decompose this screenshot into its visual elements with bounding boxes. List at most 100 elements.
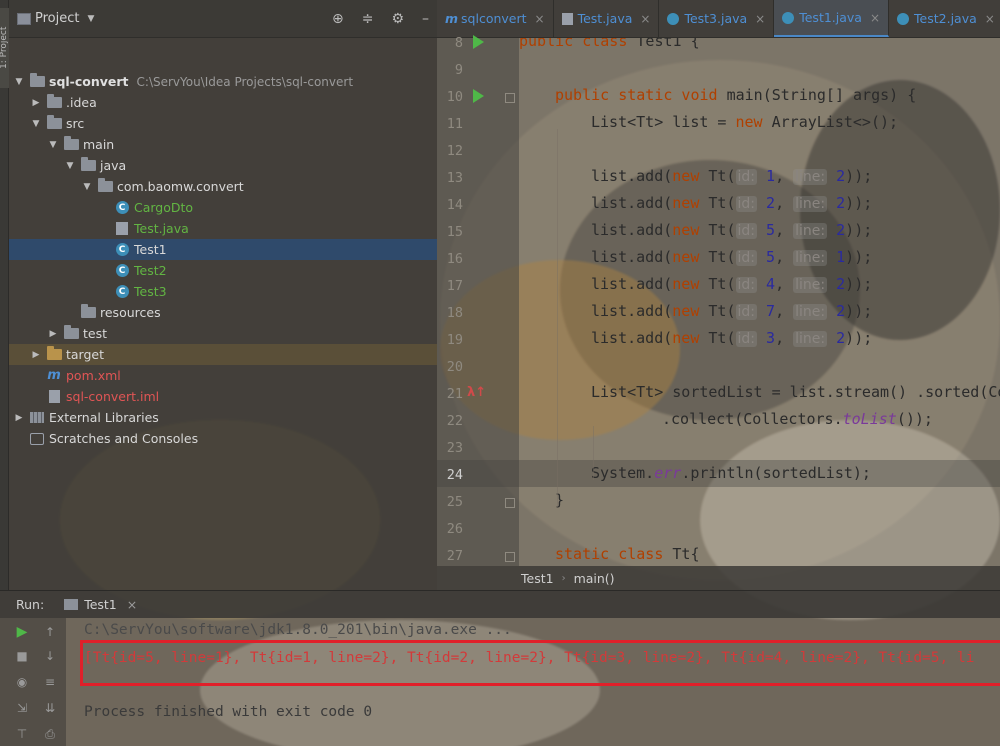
chevron-down-icon[interactable]: ▼ [87, 14, 94, 24]
editor-tabs: m sqlconvert × Test.java × Test3.java × Test1.j… [437, 0, 1000, 38]
code-line: public static void main(String[] args) { [555, 86, 917, 104]
project-panel-tools: ⊕ ≑ ⚙ – [332, 11, 437, 27]
locate-icon[interactable]: ⊕ [332, 11, 344, 27]
tree-item-java[interactable]: ▼ java [9, 155, 437, 176]
line-number: 13 [446, 170, 463, 186]
tree-item-target[interactable]: ▶ target [9, 344, 437, 365]
indent-guide [557, 129, 558, 507]
tab-label: Test2.java [914, 11, 977, 26]
close-icon[interactable]: × [640, 12, 650, 26]
code-line: list.add(new Tt(id: 3, line: 2)); [591, 329, 873, 347]
line-number: 12 [446, 143, 463, 159]
code-line: static class Tt{ [555, 545, 700, 563]
tree-item-label: Test.java [134, 221, 189, 236]
chevron-down-icon[interactable]: ▼ [64, 161, 76, 171]
rerun-icon[interactable]: ▶ [14, 624, 30, 640]
tree-item-resources[interactable]: resources [9, 302, 437, 323]
fold-icon[interactable] [505, 498, 515, 508]
tree-item-main[interactable]: ▼ main [9, 134, 437, 155]
lambda-override-icon[interactable]: λ↑ [467, 385, 486, 403]
chevron-down-icon[interactable]: ▼ [30, 119, 42, 129]
tree-item-test3[interactable]: C Test3 [9, 281, 437, 302]
tree-item-pom-xml[interactable]: m pom.xml [9, 365, 437, 386]
tree-item-test-java[interactable]: Test.java [9, 218, 437, 239]
tree-item-test2[interactable]: C Test2 [9, 260, 437, 281]
source-folder-icon [80, 157, 96, 173]
tree-item-com-baomw-convert[interactable]: ▼ com.baomw.convert [9, 176, 437, 197]
tree-item-scratches-and-consoles[interactable]: Scratches and Consoles [9, 428, 437, 449]
project-tool-window-button[interactable]: 1: Project [0, 8, 9, 88]
tree-item-label: resources [100, 305, 161, 320]
soft-wrap-icon[interactable]: ≡ [42, 674, 58, 690]
tree-item-sql-convert[interactable]: ▼ sql-convert C:\ServYou\Idea Projects\sql… [9, 71, 437, 92]
console-command-line: C:\ServYou\software\jdk1.8.0_201\bin\jav… [84, 622, 512, 638]
print-icon[interactable]: ⎙ [42, 726, 58, 742]
tree-item-label: CargoDto [134, 200, 194, 215]
down-arrow-icon[interactable]: ↓ [42, 648, 58, 664]
gear-icon[interactable]: ⚙ [391, 11, 404, 27]
close-icon[interactable]: × [870, 11, 880, 25]
folder-icon [63, 136, 79, 152]
breadcrumb-item-method[interactable]: main() [574, 571, 615, 586]
module-folder-icon [29, 73, 45, 89]
tab-label: Test3.java [684, 11, 748, 26]
run-tab-test1[interactable]: Test1 × [64, 597, 137, 612]
project-panel-title[interactable]: Project [35, 11, 79, 26]
tree-item-label: target [66, 347, 105, 362]
fold-icon[interactable] [505, 552, 515, 562]
breadcrumb-item-class[interactable]: Test1 [521, 571, 554, 586]
chevron-right-icon[interactable]: ▶ [30, 98, 42, 108]
code-area[interactable]: public class Test1 {public static void m… [519, 38, 1000, 566]
tree-item-label: com.baomw.convert [117, 179, 244, 194]
runnable-class-icon: C [114, 243, 130, 257]
tab-test2-java[interactable]: Test2.java × [889, 0, 1000, 37]
tree-item-test1[interactable]: C Test1 [9, 239, 437, 260]
run-label: Run: [16, 597, 45, 612]
scroll-to-end-icon[interactable]: ⇊ [42, 700, 58, 716]
chevron-down-icon[interactable]: ▼ [13, 77, 25, 87]
tab-label: Test.java [577, 11, 633, 26]
line-number: 15 [446, 224, 463, 240]
pin-icon[interactable]: ⊤ [14, 726, 30, 742]
chevron-right-icon[interactable]: ▶ [13, 413, 25, 423]
tree-item--idea[interactable]: ▶ .idea [9, 92, 437, 113]
tree-item-label: main [83, 137, 115, 152]
run-gutter-icon[interactable] [473, 89, 484, 103]
line-number: 25 [446, 494, 463, 510]
chevron-right-icon[interactable]: ▶ [47, 329, 59, 339]
close-icon[interactable]: × [535, 12, 545, 26]
tree-item-external-libraries[interactable]: ▶ External Libraries [9, 407, 437, 428]
tree-item-sql-convert-iml[interactable]: sql-convert.iml [9, 386, 437, 407]
library-icon [29, 411, 45, 425]
tree-item-src[interactable]: ▼ src [9, 113, 437, 134]
tree-item-label: java [100, 158, 127, 173]
console-output[interactable]: C:\ServYou\software\jdk1.8.0_201\bin\jav… [66, 618, 1000, 746]
up-arrow-icon[interactable]: ↑ [42, 624, 58, 640]
hide-icon[interactable]: – [422, 11, 429, 27]
breadcrumb-separator-icon: › [561, 572, 566, 584]
close-icon[interactable]: × [127, 597, 137, 612]
scratches-icon [29, 432, 45, 446]
line-number: 20 [446, 359, 463, 375]
code-line: .collect(Collectors.toList()); [662, 410, 933, 428]
tab-test-java[interactable]: Test.java × [554, 0, 660, 37]
tab-test3-java[interactable]: Test3.java × [659, 0, 775, 37]
chevron-down-icon[interactable]: ▼ [47, 140, 59, 150]
tab-label: sqlconvert [461, 11, 527, 26]
tab-test1-java[interactable]: Test1.java × [774, 0, 890, 37]
collapse-all-icon[interactable]: ≑ [362, 11, 374, 27]
chevron-right-icon[interactable]: ▶ [30, 350, 42, 360]
close-icon[interactable]: × [985, 12, 995, 26]
tab-sqlconvert[interactable]: m sqlconvert × [437, 0, 554, 37]
stop-icon[interactable]: ■ [14, 648, 30, 664]
run-gutter-icon[interactable] [473, 35, 484, 49]
close-icon[interactable]: × [755, 12, 765, 26]
chevron-down-icon[interactable]: ▼ [81, 182, 93, 192]
tree-item-cargodto[interactable]: C CargoDto [9, 197, 437, 218]
camera-icon[interactable]: ◉ [14, 674, 30, 690]
restore-layout-icon[interactable]: ⇲ [14, 700, 30, 716]
tree-item-label: External Libraries [49, 410, 159, 425]
tree-item-test[interactable]: ▶ test [9, 323, 437, 344]
fold-icon[interactable] [505, 93, 515, 103]
line-number: 26 [446, 521, 463, 537]
